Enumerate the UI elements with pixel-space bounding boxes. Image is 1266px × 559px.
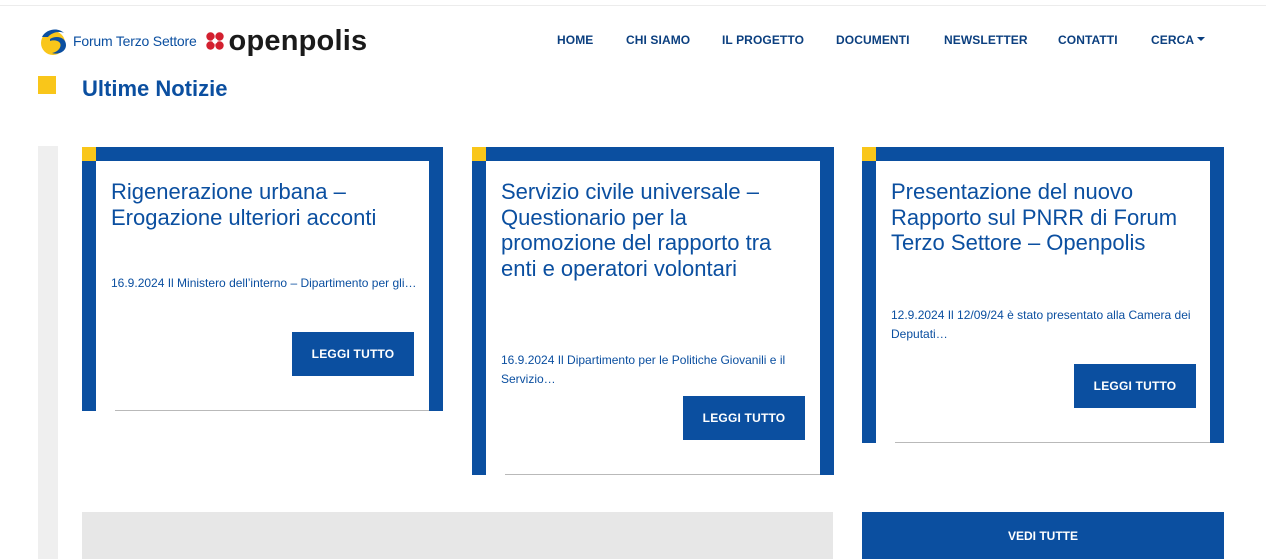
card-excerpt: 12.9.2024 Il 12/09/24 è stato presentato… [891,308,1191,341]
top-border [0,0,1266,6]
card-divider [895,442,1210,443]
openpolis-logo-icon [205,32,224,50]
content-placeholder [82,512,833,559]
card-title[interactable]: Presentazione del nuovo Rapporto sul PNR… [891,179,1191,256]
card-title[interactable]: Servizio civile universale – Questionari… [501,179,801,281]
section-title: Ultime Notizie [82,76,228,101]
nav-home[interactable]: HOME [557,33,593,47]
section-marker [38,76,56,94]
card-title[interactable]: Rigenerazione urbana – Erogazione ulteri… [111,179,401,230]
nav-newsletter[interactable]: NEWSLETTER [944,33,1028,47]
card-excerpt: 16.9.2024 Il Dipartimento per le Politic… [501,353,786,386]
view-all-button[interactable]: VEDI TUTTE [862,512,1224,559]
card-divider [505,474,820,475]
card-body: Presentazione del nuovo Rapporto sul PNR… [876,161,1210,443]
left-decorative-strip [38,146,58,559]
nav-cerca-label: CERCA [1151,33,1195,47]
card-excerpt: 16.9.2024 Il Ministero dell’interno – Di… [111,276,417,290]
card-corner-accent [82,147,96,161]
nav-contatti[interactable]: CONTATTI [1058,33,1118,47]
card-corner-accent [862,147,876,161]
nav-il-progetto[interactable]: IL PROGETTO [722,33,804,47]
news-card: Presentazione del nuovo Rapporto sul PNR… [862,147,1224,443]
card-body: Servizio civile universale – Questionari… [486,161,820,475]
logo-text: Forum Terzo Settore [73,33,197,49]
read-more-button[interactable]: LEGGI TUTTO [292,332,414,376]
chevron-down-icon [1197,37,1206,41]
card-body: Rigenerazione urbana – Erogazione ulteri… [96,161,429,411]
news-card: Rigenerazione urbana – Erogazione ulteri… [82,147,443,411]
site-logo[interactable]: Forum Terzo Settore openpolis [38,24,367,58]
nav-cerca[interactable]: CERCA [1151,33,1206,47]
openpolis-wordmark: openpolis [228,24,368,57]
read-more-button[interactable]: LEGGI TUTTO [683,396,805,440]
card-divider [115,410,429,411]
forum-terzo-settore-logo-icon [41,29,66,55]
nav-documenti[interactable]: DOCUMENTI [836,33,910,47]
card-corner-accent [472,147,486,161]
read-more-button[interactable]: LEGGI TUTTO [1074,364,1196,408]
news-card: Servizio civile universale – Questionari… [472,147,834,475]
nav-chi-siamo[interactable]: CHI SIAMO [626,33,690,47]
